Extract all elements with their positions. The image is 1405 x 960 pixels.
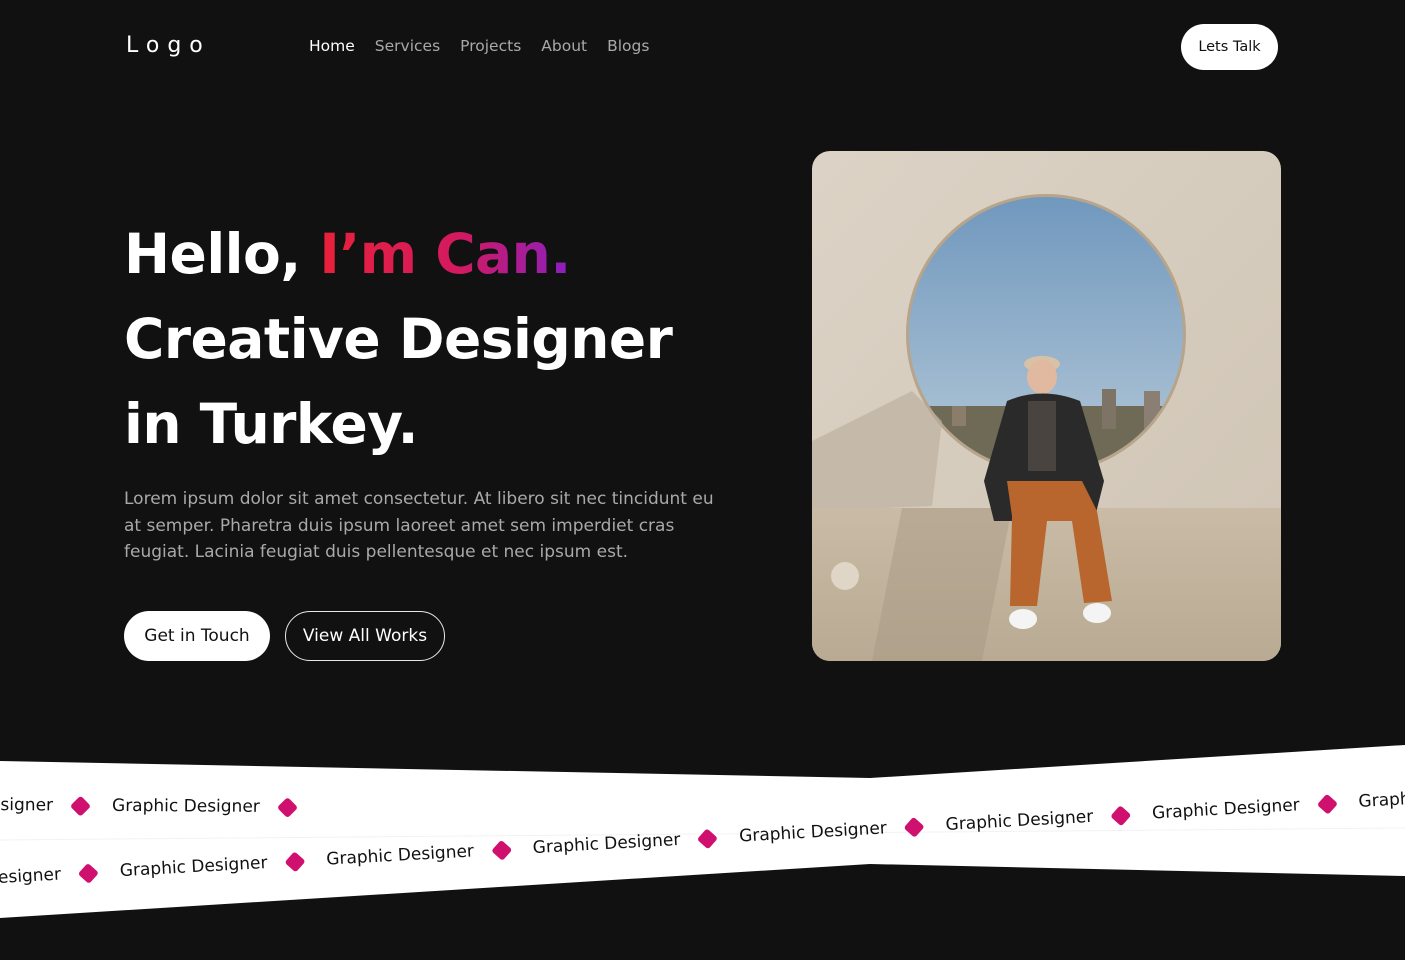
marquee-row-back: esigner Graphic Designer (0, 795, 298, 818)
marquee-text: Graphic Designer (111, 795, 260, 817)
marquee-item: Graph (1358, 789, 1405, 812)
nav-about[interactable]: About (541, 37, 587, 55)
marquee-text: esigner (0, 864, 62, 888)
logo[interactable]: Logo (126, 33, 211, 58)
greeting-name: I’m Can. (319, 222, 571, 286)
diamond-icon (69, 795, 92, 817)
diamond-icon (1316, 793, 1338, 815)
diamond-icon (490, 839, 512, 861)
nav-projects[interactable]: Projects (460, 37, 521, 55)
nav-blogs[interactable]: Blogs (607, 37, 649, 55)
diamond-icon (697, 827, 719, 849)
diamond-icon (77, 862, 100, 884)
hero-description: Lorem ipsum dolor sit amet consectetur. … (124, 489, 714, 562)
portrait-illustration (812, 151, 1281, 661)
view-all-works-button[interactable]: View All Works (285, 611, 445, 661)
marquee-text: Graph (1357, 789, 1405, 812)
get-in-touch-button[interactable]: Get in Touch (124, 611, 270, 661)
diamond-icon (1110, 804, 1132, 826)
greeting-prefix: Hello, (124, 222, 320, 286)
lets-talk-button[interactable]: Lets Talk (1181, 24, 1278, 70)
main-nav: Home Services Projects About Blogs (309, 37, 649, 55)
diamond-icon (276, 796, 298, 818)
hero-photo (812, 151, 1281, 661)
marquee-item: esigner (0, 795, 92, 817)
nav-home[interactable]: Home (309, 37, 355, 55)
marquee-text: esigner (0, 795, 54, 816)
diamond-icon (903, 816, 925, 838)
hero-line-2: Creative Designer (124, 307, 673, 371)
nav-services[interactable]: Services (375, 37, 440, 55)
hero-line-3: in Turkey. (124, 392, 419, 456)
marquee-item: Graphic Designer (111, 795, 298, 818)
hero-title: Hello, I’m Can. Creative Designer in Tur… (124, 212, 673, 467)
marquee-banner: esigner Graphic Designer esigner Graphic… (0, 740, 1405, 930)
diamond-icon (284, 850, 306, 872)
hero-line-1: Hello, I’m Can. (124, 212, 672, 297)
